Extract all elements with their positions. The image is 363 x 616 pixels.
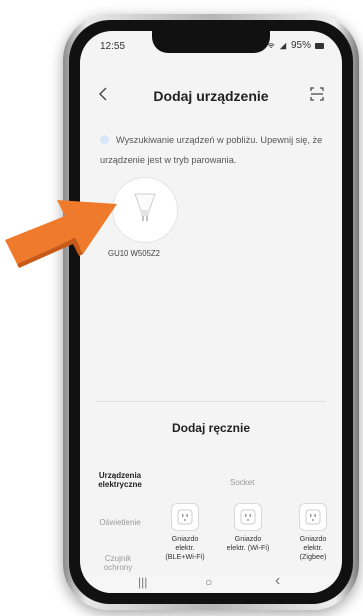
scan-icon[interactable] [310, 87, 324, 101]
device-item-label: Gniazdo elektr. (BLE+Wi-Fi) [165, 534, 205, 561]
battery-icon [315, 42, 324, 49]
category-security-sensor[interactable]: Czujnik ochrony [90, 554, 146, 572]
socket-icon [234, 503, 262, 531]
socket-icon [299, 503, 327, 531]
section-socket: Socket [230, 478, 255, 487]
pointer-arrow-icon [5, 200, 117, 268]
section-divider [96, 401, 326, 402]
manual-add-title: Dodaj ręcznie [171, 421, 251, 435]
device-item-wifi[interactable]: Gniazdo elektr. (Wi-Fi) [225, 503, 271, 552]
home-button[interactable]: ○ [205, 575, 212, 589]
phone-frame: 12:55 95% Dodaj urządzenie Wyszukiwanie … [63, 14, 359, 610]
phone-bezel: 12:55 95% Dodaj urządzenie Wyszukiwanie … [69, 20, 353, 604]
found-device-card[interactable] [112, 177, 178, 243]
recent-apps-button[interactable]: ||| [138, 575, 147, 589]
battery-percent: 95% [290, 40, 311, 51]
device-item-label: Gniazdo elektr. (Wi-Fi) [226, 534, 270, 552]
page-title: Dodaj urządzenie [153, 88, 269, 104]
top-app-bar: Dodaj urządzenie [80, 81, 342, 111]
camera-notch [152, 31, 270, 53]
category-electrical[interactable]: Urządzenia elektryczne [90, 471, 150, 489]
signal-icon [279, 42, 287, 49]
search-status: Wyszukiwanie urządzeń w pobliżu. Upewnij… [100, 130, 328, 170]
status-icons: 95% [267, 40, 324, 51]
searching-indicator [100, 135, 109, 144]
app-screen: 12:55 95% Dodaj urządzenie Wyszukiwanie … [80, 31, 342, 593]
system-nav-bar: ||| ○ ‹ [80, 572, 342, 593]
device-item-ble-wifi[interactable]: Gniazdo elektr. (BLE+Wi-Fi) [162, 503, 208, 561]
device-item-label: Gniazdo elektr. (Zigbee) [299, 534, 327, 561]
search-message: Wyszukiwanie urządzeń w pobliżu. Upewnij… [100, 135, 323, 165]
found-device-name: GU10 W505Z2 [108, 249, 161, 258]
status-time: 12:55 [100, 41, 126, 52]
bulb-icon [134, 193, 156, 221]
system-back-button[interactable]: ‹ [275, 572, 280, 590]
category-lighting[interactable]: Oświetlenie [90, 518, 150, 527]
socket-icon [171, 503, 199, 531]
device-item-zigbee[interactable]: Gniazdo elektr. (Zigbee) [290, 503, 336, 561]
